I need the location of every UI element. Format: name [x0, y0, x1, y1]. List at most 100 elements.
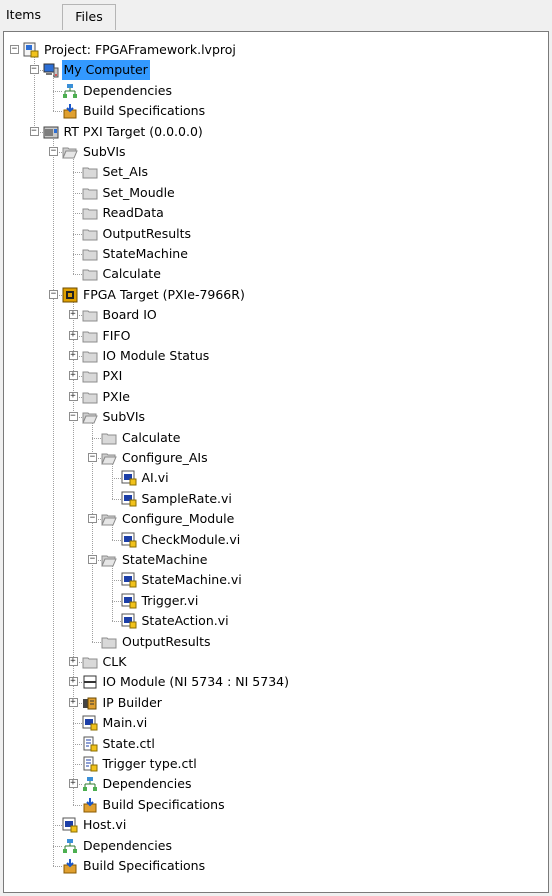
expand-toggle[interactable]: +: [68, 330, 78, 340]
tree-item[interactable]: StateAction.vi: [4, 611, 548, 631]
build-spec-icon: [62, 858, 78, 874]
tab-items[interactable]: Items: [0, 2, 49, 32]
tree-item-label: Dependencies: [102, 776, 192, 792]
tree-item-label: Host.vi: [83, 817, 127, 833]
tree-item[interactable]: OutputResults: [4, 632, 548, 652]
ip-builder-icon: [82, 695, 98, 711]
tree-item[interactable]: StateMachine.vi: [4, 570, 548, 590]
tree-item-label: IP Builder: [102, 694, 162, 710]
tree-connector: [72, 192, 82, 194]
dependencies-icon: [82, 776, 98, 792]
tree-item[interactable]: − My Computer: [4, 60, 548, 81]
dependencies-icon: [62, 838, 78, 854]
tree-item[interactable]: Set_Moudle: [4, 183, 548, 203]
tree-item[interactable]: + IO Module (NI 5734 : NI 5734): [4, 672, 548, 692]
tree-item[interactable]: − Configure_Module: [4, 509, 548, 529]
tree-item[interactable]: Host.vi: [4, 815, 548, 835]
tree-item[interactable]: Main.vi: [4, 713, 548, 733]
tree-item[interactable]: Dependencies: [4, 836, 548, 856]
tree-item-label: OutputResults: [102, 225, 192, 241]
folder-open-icon: [101, 552, 117, 568]
collapse-toggle[interactable]: −: [88, 514, 97, 524]
tree-item[interactable]: ReadData: [4, 203, 548, 223]
tree-item[interactable]: AI.vi: [4, 468, 548, 488]
tree-item[interactable]: + Board IO: [4, 305, 548, 325]
collapse-toggle[interactable]: −: [29, 65, 39, 75]
tree-item[interactable]: − RT PXI Target (0.0.0.0): [4, 122, 548, 142]
vi-icon: [121, 470, 137, 486]
tree-item-label: Build Specifications: [102, 796, 225, 812]
tree-item[interactable]: + IP Builder: [4, 693, 548, 713]
collapse-toggle[interactable]: −: [10, 45, 19, 54]
expand-toggle[interactable]: +: [68, 351, 78, 360]
folder-icon: [82, 226, 98, 242]
vi-icon: [121, 613, 137, 629]
expand-toggle[interactable]: +: [68, 779, 78, 789]
tree-item[interactable]: Build Specifications: [4, 101, 548, 121]
tree-item[interactable]: + PXI: [4, 366, 548, 386]
folder-icon: [82, 307, 98, 323]
collapse-toggle[interactable]: −: [68, 412, 78, 422]
collapse-toggle[interactable]: −: [88, 453, 97, 462]
tree-item[interactable]: + FIFO: [4, 326, 548, 346]
collapse-toggle[interactable]: −: [49, 147, 58, 156]
tree-item-label: RT PXI Target (0.0.0.0): [63, 123, 203, 139]
expand-toggle[interactable]: +: [68, 391, 78, 401]
tree-connector: [111, 478, 121, 480]
collapse-toggle[interactable]: −: [29, 126, 39, 136]
tree-item-label: Configure_Module: [122, 511, 235, 527]
tree-item[interactable]: − SubVIs: [4, 142, 548, 162]
tree-item-label: Board IO: [102, 307, 157, 323]
tree-item[interactable]: Trigger type.ctl: [4, 754, 548, 774]
tree-item[interactable]: Calculate: [4, 264, 548, 284]
tree-item[interactable]: Build Specifications: [4, 856, 548, 876]
tree-item[interactable]: OutputResults: [4, 224, 548, 244]
tree-item[interactable]: − SubVIs: [4, 407, 548, 427]
expand-toggle[interactable]: +: [68, 697, 78, 707]
tab-files[interactable]: Files: [62, 4, 116, 30]
expand-toggle[interactable]: +: [68, 371, 78, 381]
tree-item[interactable]: − FPGA Target (PXIe-7966R): [4, 285, 548, 305]
tree-item[interactable]: Set_AIs: [4, 162, 548, 182]
tree-connector: [111, 600, 121, 602]
tree-connector: [72, 804, 82, 806]
tree-item-label: Set_Moudle: [102, 184, 175, 200]
folder-icon: [82, 205, 98, 221]
expand-toggle[interactable]: +: [68, 677, 78, 687]
tree-item[interactable]: − Configure_AIs: [4, 448, 548, 468]
tree-item-label: ReadData: [102, 205, 164, 221]
tree-item[interactable]: Dependencies: [4, 81, 548, 101]
collapse-toggle[interactable]: −: [49, 289, 58, 299]
project-tree-panel: − Project: FPGAFramework.lvproj − My Comput…: [3, 31, 549, 893]
project-tree: − Project: FPGAFramework.lvproj − My Comput…: [4, 32, 548, 892]
tree-item-label: Trigger.vi: [141, 592, 199, 608]
tree-item[interactable]: + PXIe: [4, 387, 548, 407]
folder-icon: [82, 328, 98, 344]
tree-item[interactable]: + Dependencies: [4, 774, 548, 794]
tree-connector: [111, 539, 121, 541]
folder-icon: [82, 246, 98, 262]
tree-item[interactable]: Build Specifications: [4, 795, 548, 815]
expand-toggle[interactable]: +: [68, 310, 78, 320]
tree-item-label: My Computer: [61, 60, 150, 81]
tree-item[interactable]: Trigger.vi: [4, 591, 548, 611]
tree-connector: [111, 621, 121, 623]
vi-icon: [62, 817, 78, 833]
tree-item[interactable]: CheckModule.vi: [4, 530, 548, 550]
tree-item[interactable]: + IO Module Status: [4, 346, 548, 366]
tree-item[interactable]: + CLK: [4, 652, 548, 672]
tree-item[interactable]: Calculate: [4, 428, 548, 448]
collapse-toggle[interactable]: −: [88, 555, 97, 564]
folder-open-icon: [81, 409, 98, 425]
vi-icon: [121, 532, 137, 548]
tab-bar: Items Files: [0, 0, 552, 32]
tree-item-label: Configure_AIs: [122, 450, 208, 465]
tree-item[interactable]: − StateMachine: [4, 550, 548, 570]
folder-open-icon: [101, 450, 117, 466]
tree-item[interactable]: SampleRate.vi: [4, 489, 548, 509]
tree-item[interactable]: − Project: FPGAFramework.lvproj: [4, 40, 548, 60]
expand-toggle[interactable]: +: [68, 657, 78, 666]
tree-item[interactable]: StateMachine: [4, 244, 548, 264]
tree-item[interactable]: State.ctl: [4, 734, 548, 754]
ctl-icon: [82, 756, 98, 772]
